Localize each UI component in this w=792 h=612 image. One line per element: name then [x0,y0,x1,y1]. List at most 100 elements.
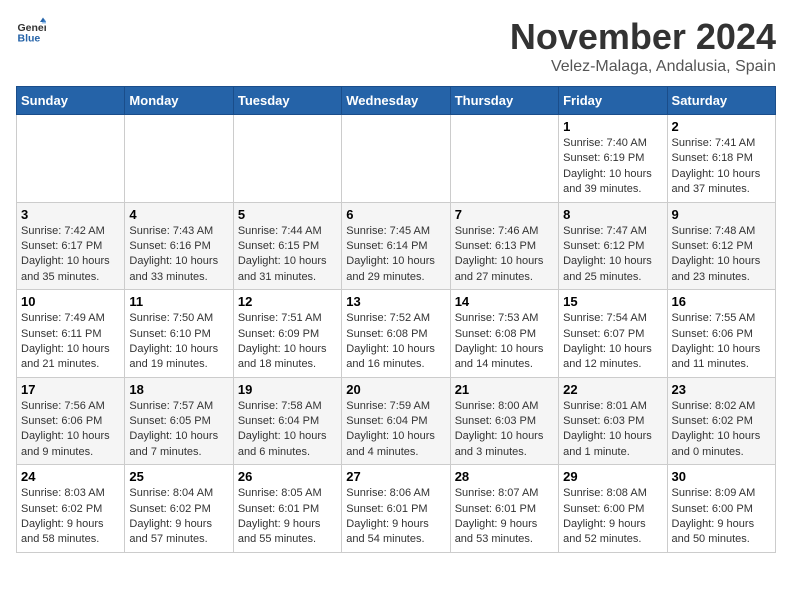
day-number: 25 [129,469,228,484]
logo-icon: General Blue [16,16,46,46]
day-info: Sunrise: 7:52 AM Sunset: 6:08 PM Dayligh… [346,311,445,373]
weekday-header-row: SundayMondayTuesdayWednesdayThursdayFrid… [17,87,776,115]
day-cell: 5 Sunrise: 7:44 AM Sunset: 6:15 PM Daylig… [233,202,341,290]
day-cell [450,115,558,203]
day-number: 1 [563,119,662,134]
day-cell: 11Sunrise: 7:50 AM Sunset: 6:10 PM Dayli… [125,290,233,378]
day-cell: 3 Sunrise: 7:42 AM Sunset: 6:17 PM Daylig… [17,202,125,290]
day-cell: 2 Sunrise: 7:41 AM Sunset: 6:18 PM Daylig… [667,115,775,203]
day-cell: 8 Sunrise: 7:47 AM Sunset: 6:12 PM Daylig… [559,202,667,290]
day-cell: 30Sunrise: 8:09 AM Sunset: 6:00 PM Dayli… [667,465,775,553]
logo: General Blue [16,16,46,46]
day-info: Sunrise: 7:57 AM Sunset: 6:05 PM Dayligh… [129,399,228,461]
day-info: Sunrise: 7:42 AM Sunset: 6:17 PM Dayligh… [21,224,120,286]
day-number: 11 [129,294,228,309]
day-number: 14 [455,294,554,309]
day-number: 29 [563,469,662,484]
day-number: 12 [238,294,337,309]
day-info: Sunrise: 7:47 AM Sunset: 6:12 PM Dayligh… [563,224,662,286]
weekday-friday: Friday [559,87,667,115]
day-cell: 1 Sunrise: 7:40 AM Sunset: 6:19 PM Daylig… [559,115,667,203]
day-number: 7 [455,207,554,222]
day-number: 3 [21,207,120,222]
day-number: 8 [563,207,662,222]
day-cell: 27Sunrise: 8:06 AM Sunset: 6:01 PM Dayli… [342,465,450,553]
weekday-tuesday: Tuesday [233,87,341,115]
page-header: General Blue November 2024 Velez-Malaga,… [16,16,776,76]
day-cell: 25 Sunrise: 8:04 AM Sunset: 6:02 PM Dayli… [125,465,233,553]
weekday-thursday: Thursday [450,87,558,115]
day-number: 27 [346,469,445,484]
day-info: Sunrise: 7:40 AM Sunset: 6:19 PM Dayligh… [563,136,662,198]
day-number: 5 [238,207,337,222]
day-number: 22 [563,382,662,397]
day-info: Sunrise: 7:54 AM Sunset: 6:07 PM Dayligh… [563,311,662,373]
day-number: 28 [455,469,554,484]
title-section: November 2024 Velez-Malaga, Andalusia, S… [510,16,776,76]
day-cell: 15Sunrise: 7:54 AM Sunset: 6:07 PM Dayli… [559,290,667,378]
week-row-1: 1 Sunrise: 7:40 AM Sunset: 6:19 PM Daylig… [17,115,776,203]
week-row-2: 3 Sunrise: 7:42 AM Sunset: 6:17 PM Daylig… [17,202,776,290]
day-cell: 22 Sunrise: 8:01 AM Sunset: 6:03 PM Dayli… [559,377,667,465]
week-row-3: 10 Sunrise: 7:49 AM Sunset: 6:11 PM Dayli… [17,290,776,378]
day-number: 21 [455,382,554,397]
day-cell [342,115,450,203]
day-number: 9 [672,207,771,222]
calendar-header: SundayMondayTuesdayWednesdayThursdayFrid… [17,87,776,115]
day-info: Sunrise: 7:51 AM Sunset: 6:09 PM Dayligh… [238,311,337,373]
day-cell: 29 Sunrise: 8:08 AM Sunset: 6:00 PM Dayli… [559,465,667,553]
day-number: 24 [21,469,120,484]
weekday-monday: Monday [125,87,233,115]
day-info: Sunrise: 7:53 AM Sunset: 6:08 PM Dayligh… [455,311,554,373]
weekday-saturday: Saturday [667,87,775,115]
day-info: Sunrise: 8:04 AM Sunset: 6:02 PM Dayligh… [129,486,228,548]
day-cell: 21Sunrise: 8:00 AM Sunset: 6:03 PM Dayli… [450,377,558,465]
day-info: Sunrise: 8:03 AM Sunset: 6:02 PM Dayligh… [21,486,120,548]
location-subtitle: Velez-Malaga, Andalusia, Spain [510,58,776,76]
day-cell [125,115,233,203]
day-cell: 10 Sunrise: 7:49 AM Sunset: 6:11 PM Dayli… [17,290,125,378]
day-info: Sunrise: 8:05 AM Sunset: 6:01 PM Dayligh… [238,486,337,548]
day-info: Sunrise: 7:41 AM Sunset: 6:18 PM Dayligh… [672,136,771,198]
day-number: 23 [672,382,771,397]
day-info: Sunrise: 7:56 AM Sunset: 6:06 PM Dayligh… [21,399,120,461]
day-info: Sunrise: 7:43 AM Sunset: 6:16 PM Dayligh… [129,224,228,286]
day-cell: 14 Sunrise: 7:53 AM Sunset: 6:08 PM Dayli… [450,290,558,378]
day-info: Sunrise: 7:44 AM Sunset: 6:15 PM Dayligh… [238,224,337,286]
day-number: 19 [238,382,337,397]
day-info: Sunrise: 7:58 AM Sunset: 6:04 PM Dayligh… [238,399,337,461]
day-cell: 12 Sunrise: 7:51 AM Sunset: 6:09 PM Dayli… [233,290,341,378]
day-info: Sunrise: 7:49 AM Sunset: 6:11 PM Dayligh… [21,311,120,373]
day-info: Sunrise: 7:55 AM Sunset: 6:06 PM Dayligh… [672,311,771,373]
day-cell: 7 Sunrise: 7:46 AM Sunset: 6:13 PM Daylig… [450,202,558,290]
day-number: 6 [346,207,445,222]
day-info: Sunrise: 7:48 AM Sunset: 6:12 PM Dayligh… [672,224,771,286]
day-cell [233,115,341,203]
day-number: 4 [129,207,228,222]
day-cell: 20Sunrise: 7:59 AM Sunset: 6:04 PM Dayli… [342,377,450,465]
day-cell: 9 Sunrise: 7:48 AM Sunset: 6:12 PM Daylig… [667,202,775,290]
day-info: Sunrise: 8:01 AM Sunset: 6:03 PM Dayligh… [563,399,662,461]
day-cell: 26 Sunrise: 8:05 AM Sunset: 6:01 PM Dayli… [233,465,341,553]
weekday-sunday: Sunday [17,87,125,115]
day-cell: 17Sunrise: 7:56 AM Sunset: 6:06 PM Dayli… [17,377,125,465]
day-cell: 23 Sunrise: 8:02 AM Sunset: 6:02 PM Dayli… [667,377,775,465]
svg-text:Blue: Blue [18,33,41,45]
day-number: 2 [672,119,771,134]
day-cell: 16 Sunrise: 7:55 AM Sunset: 6:06 PM Dayli… [667,290,775,378]
month-title: November 2024 [510,16,776,58]
day-number: 16 [672,294,771,309]
day-info: Sunrise: 8:08 AM Sunset: 6:00 PM Dayligh… [563,486,662,548]
day-info: Sunrise: 8:02 AM Sunset: 6:02 PM Dayligh… [672,399,771,461]
day-cell: 18 Sunrise: 7:57 AM Sunset: 6:05 PM Dayli… [125,377,233,465]
weekday-wednesday: Wednesday [342,87,450,115]
day-number: 20 [346,382,445,397]
day-info: Sunrise: 7:46 AM Sunset: 6:13 PM Dayligh… [455,224,554,286]
day-number: 30 [672,469,771,484]
calendar-body: 1 Sunrise: 7:40 AM Sunset: 6:19 PM Daylig… [17,115,776,553]
day-number: 18 [129,382,228,397]
calendar-table: SundayMondayTuesdayWednesdayThursdayFrid… [16,86,776,553]
day-number: 26 [238,469,337,484]
day-number: 10 [21,294,120,309]
day-cell: 13Sunrise: 7:52 AM Sunset: 6:08 PM Dayli… [342,290,450,378]
